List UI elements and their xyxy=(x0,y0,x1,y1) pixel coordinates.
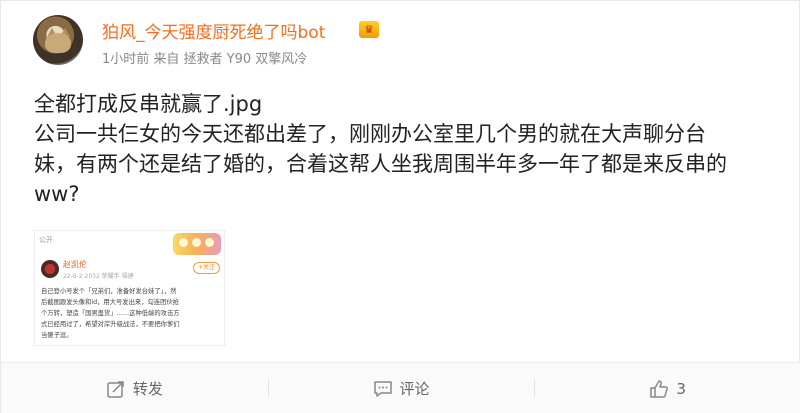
content-line: ww? xyxy=(34,182,80,206)
image-text: 自己登小号发个「兄弟们，准备好发台妹了」，然 后截图跟发头像和id，用大号发出来… xyxy=(41,286,221,341)
content-line: 妹，有两个还是结了婚的，合着这帮人坐我周围半年多一年了都是来反串的 xyxy=(34,152,727,176)
image-username: 赵凯伦 xyxy=(63,260,87,269)
comment-label: 评论 xyxy=(399,380,430,398)
action-bar: 转发 评论 3 xyxy=(1,363,800,413)
user-avatar[interactable] xyxy=(33,15,83,65)
post-image-thumbnail[interactable]: 公开 赵凯伦 22-6-2 2032 荣耀手 福建 +关注 自己登小号发个「兄弟… xyxy=(34,230,225,346)
image-avatar xyxy=(41,260,59,278)
image-text-line: 个万转，塑造「国男蛊货」……这种低端的攻击方 xyxy=(41,310,180,317)
image-sticker xyxy=(173,233,221,255)
image-text-line: 当傻子逗。 xyxy=(41,332,73,339)
repost-icon xyxy=(107,380,124,398)
repost-button[interactable]: 转发 xyxy=(1,363,268,413)
post-meta: 1小时前 来自 拯救者 Y90 双擎风冷 xyxy=(102,52,308,67)
comment-button[interactable]: 评论 xyxy=(267,363,535,413)
image-visibility-label: 公开 xyxy=(39,236,53,244)
image-text-line: 式已经用过了，希望对岸升级战法，不要把你爹们 xyxy=(41,321,180,328)
comment-icon xyxy=(373,380,392,397)
content-line: 全都打成反串就赢了.jpg xyxy=(34,92,263,116)
like-button[interactable]: 3 xyxy=(534,363,800,413)
weibo-post-card: 狛风_今天强度厨死绝了吗bot ♛ 1小时前 来自 拯救者 Y90 双擎风冷 全… xyxy=(0,0,800,413)
image-text-line: 自己登小号发个「兄弟们，准备好发台妹了」，然 xyxy=(41,288,177,295)
content-line: 公司一共仨女的今天还都出差了，刚刚办公室里几个男的就在大声聊分台 xyxy=(34,122,706,146)
post-content: 全都打成反串就赢了.jpg 公司一共仨女的今天还都出差了，刚刚办公室里几个男的就… xyxy=(34,89,774,209)
username-link[interactable]: 狛风_今天强度厨死绝了吗bot xyxy=(102,18,325,43)
thumbs-up-icon xyxy=(650,379,669,398)
image-time: 22-6-2 2032 荣耀手 福建 xyxy=(63,273,134,280)
repost-label: 转发 xyxy=(132,380,163,398)
image-follow-button: +关注 xyxy=(193,262,220,274)
image-text-line: 后截图跟发头像和id，用大号发出来，勾连团伙抢 xyxy=(41,299,179,306)
vip-crown-icon[interactable]: ♛ xyxy=(359,21,379,38)
like-count: 3 xyxy=(676,379,686,398)
